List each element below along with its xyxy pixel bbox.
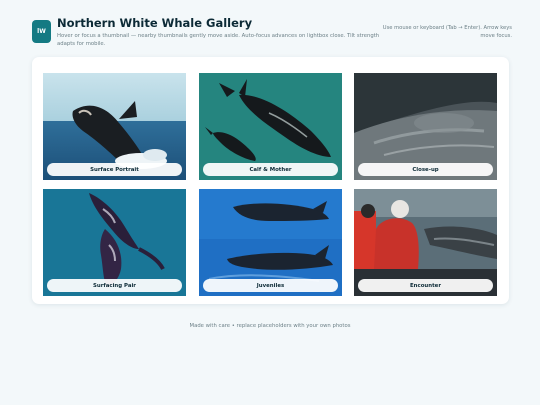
gallery-thumbnail[interactable]: Surfacing Pair (43, 189, 186, 296)
logo: lW (32, 20, 51, 43)
thumbnail-caption: Calf & Mother (203, 163, 338, 176)
page-subtitle: Hover or focus a thumbnail — nearby thum… (57, 33, 380, 47)
gallery-grid: Surface Portrait Calf & Mother Close-up (32, 57, 509, 304)
thumbnail-caption: Juveniles (203, 279, 338, 292)
keyboard-hint: Use mouse or keyboard (Tab → Enter). Arr… (382, 25, 512, 39)
gallery-thumbnail[interactable]: Calf & Mother (199, 73, 342, 180)
thumbnail-caption: Close-up (358, 163, 493, 176)
gallery-thumbnail[interactable]: Encounter (354, 189, 497, 296)
footer-note: Made with care • replace placeholders wi… (189, 323, 351, 329)
thumbnail-caption: Surfacing Pair (47, 279, 182, 292)
gallery-thumbnail[interactable]: Juveniles (199, 189, 342, 296)
thumbnail-caption: Encounter (358, 279, 493, 292)
thumbnail-caption: Surface Portrait (47, 163, 182, 176)
page-header: lW Northern White Whale Gallery Hover or… (32, 14, 512, 50)
gallery-thumbnail[interactable]: Surface Portrait (43, 73, 186, 180)
gallery-thumbnail[interactable]: Close-up (354, 73, 497, 180)
page-title: Northern White Whale Gallery (57, 16, 253, 30)
